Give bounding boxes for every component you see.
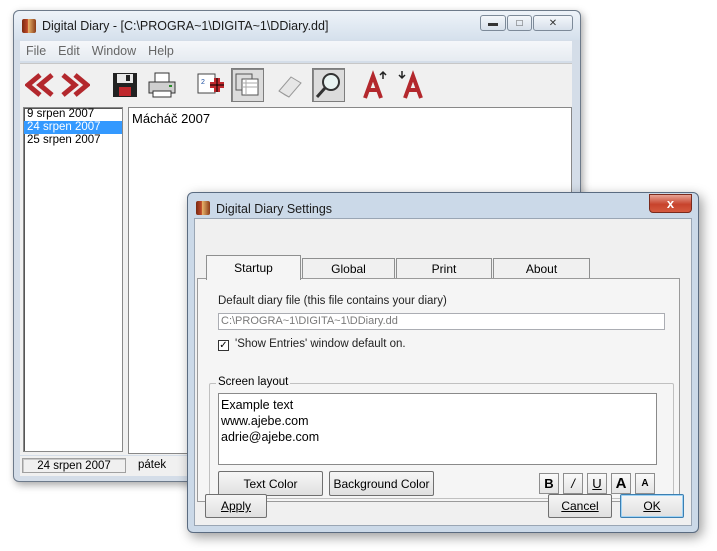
ok-button[interactable]: OK xyxy=(620,494,684,518)
title-bar[interactable]: Digital Diary - [C:\PROGRA~1\DIGITA~1\DD… xyxy=(14,11,580,40)
print-button[interactable] xyxy=(145,68,178,102)
text-color-button[interactable]: Text Color xyxy=(218,471,323,496)
app-book-icon xyxy=(196,201,210,215)
close-icon: x xyxy=(666,196,675,211)
eraser-button[interactable] xyxy=(273,68,306,102)
add-entry-icon: 2 xyxy=(197,73,224,94)
tab-about[interactable]: About xyxy=(493,258,590,279)
font-up-icon xyxy=(362,70,387,99)
layout-preview[interactable]: Example text www.ajebe.com adrie@ajebe.c… xyxy=(218,393,657,465)
pages-icon xyxy=(235,73,258,96)
background-color-button[interactable]: Background Color xyxy=(329,471,434,496)
save-icon xyxy=(112,73,137,97)
dialog-close-button[interactable]: x xyxy=(649,194,692,213)
date-item[interactable]: 9 srpen 2007 xyxy=(24,108,122,121)
font-increase-button[interactable] xyxy=(358,68,391,102)
show-entries-checkbox[interactable]: ✓ xyxy=(218,340,229,351)
eraser-icon xyxy=(277,76,302,98)
window-title: Digital Diary - [C:\PROGRA~1\DIGITA~1\DD… xyxy=(42,19,329,33)
menu-file[interactable]: File xyxy=(20,44,52,58)
status-date: 24 srpen 2007 xyxy=(22,458,126,473)
app-book-icon xyxy=(22,19,36,33)
screen-layout-label: Screen layout xyxy=(216,376,291,388)
layout-line: adrie@ajebe.com xyxy=(221,430,320,444)
minimize-button[interactable]: ▬ xyxy=(480,15,506,31)
tab-panel-startup: Default diary file (this file contains y… xyxy=(197,278,680,502)
pages-button[interactable] xyxy=(231,68,264,102)
menu-window[interactable]: Window xyxy=(86,44,142,58)
date-item[interactable]: 25 srpen 2007 xyxy=(24,134,122,147)
menu-help[interactable]: Help xyxy=(142,44,180,58)
svg-text:2: 2 xyxy=(201,79,205,86)
tab-startup[interactable]: Startup xyxy=(206,255,301,280)
close-icon: ✕ xyxy=(548,17,558,29)
default-file-field[interactable]: C:\PROGRA~1\DIGITA~1\DDiary.dd xyxy=(218,313,665,330)
next-entry-button[interactable] xyxy=(58,68,91,102)
apply-button[interactable]: Apply xyxy=(205,494,267,518)
layout-line: Example text xyxy=(221,398,294,412)
dialog-body: Startup Global Print About Default diary… xyxy=(194,218,692,526)
close-button[interactable]: ✕ xyxy=(533,15,573,31)
layout-line: www.ajebe.com xyxy=(221,414,309,428)
maximize-button[interactable]: □ xyxy=(507,15,532,31)
menu-edit[interactable]: Edit xyxy=(52,44,86,58)
add-entry-button[interactable]: 2 xyxy=(193,68,226,102)
date-item-selected[interactable]: 24 srpen 2007 xyxy=(24,121,122,134)
search-icon xyxy=(315,73,340,98)
print-icon xyxy=(148,72,175,98)
font-decrease-button[interactable] xyxy=(395,68,428,102)
settings-dialog: Digital Diary Settings x Startup Global … xyxy=(187,192,699,533)
underline-button[interactable]: U xyxy=(587,473,607,494)
menu-bar: File Edit Window Help xyxy=(20,41,572,61)
show-entries-label: 'Show Entries' window default on. xyxy=(235,338,406,350)
default-file-label: Default diary file (this file contains y… xyxy=(218,295,447,307)
date-list[interactable]: 9 srpen 2007 24 srpen 2007 25 srpen 2007 xyxy=(23,107,123,452)
note-text: Mácháč 2007 xyxy=(132,111,211,126)
next-icon xyxy=(60,73,90,97)
font-grow-button[interactable]: A xyxy=(611,473,631,494)
maximize-icon: □ xyxy=(516,17,523,29)
dialog-title: Digital Diary Settings xyxy=(216,202,333,216)
font-shrink-button[interactable]: A xyxy=(635,473,655,494)
tab-print[interactable]: Print xyxy=(396,258,492,279)
tab-global[interactable]: Global xyxy=(302,258,395,279)
italic-button[interactable]: / xyxy=(563,473,583,494)
previous-entry-button[interactable] xyxy=(23,68,56,102)
bold-button[interactable]: B xyxy=(539,473,559,494)
previous-icon xyxy=(24,73,54,97)
search-button[interactable] xyxy=(312,68,345,102)
font-down-icon xyxy=(397,70,423,99)
toolbar: 2 xyxy=(20,63,572,107)
minimize-icon: ▬ xyxy=(488,17,498,29)
cancel-button[interactable]: Cancel xyxy=(548,494,612,518)
status-day: pátek xyxy=(138,459,167,471)
save-button[interactable] xyxy=(108,68,141,102)
